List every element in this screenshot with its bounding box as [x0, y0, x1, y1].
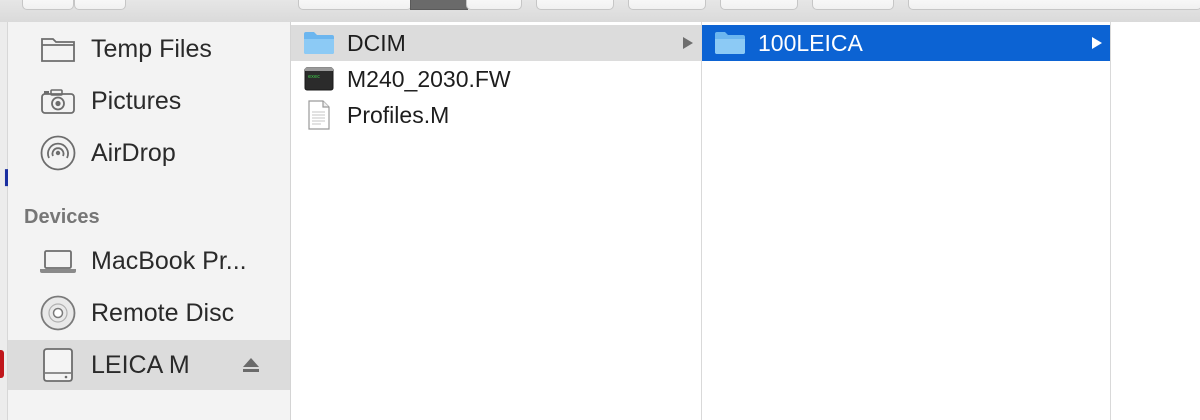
eject-icon[interactable]	[240, 354, 262, 376]
sidebar: Temp Files Pictures AirDrop Devices MacB…	[8, 22, 291, 420]
disclosure-arrow-icon	[681, 36, 695, 50]
laptop-icon	[38, 241, 78, 281]
background-window-mark: ▐	[0, 169, 10, 185]
devices-section-header[interactable]: Devices	[24, 206, 100, 229]
search-field[interactable]	[908, 0, 1200, 10]
document-icon	[303, 100, 335, 130]
browser-column-1: DCIM exec M240_2030.FW Profiles.M	[291, 22, 702, 420]
view-gallery-button[interactable]	[466, 0, 522, 10]
folder-icon	[38, 29, 78, 69]
tags-button[interactable]	[812, 0, 894, 10]
sidebar-item-leica-m[interactable]: LEICA M	[8, 340, 290, 390]
view-columns-button[interactable]	[410, 0, 468, 10]
arrange-button[interactable]	[536, 0, 614, 10]
file-name: M240_2030.FW	[347, 65, 511, 92]
share-button[interactable]	[720, 0, 798, 10]
svg-text:exec: exec	[308, 74, 320, 80]
view-icon-button[interactable]	[298, 0, 412, 10]
sidebar-item-airdrop[interactable]: AirDrop	[8, 128, 290, 178]
file-row-100leica[interactable]: 100LEICA	[702, 25, 1110, 61]
camera-icon	[38, 81, 78, 121]
browser-column-3	[1111, 22, 1200, 420]
action-button[interactable]	[628, 0, 706, 10]
sidebar-item-remote-disc[interactable]: Remote Disc	[8, 288, 290, 338]
background-window-edge: ▐	[0, 22, 10, 420]
sidebar-item-label: Temp Files	[91, 34, 212, 63]
disc-icon	[38, 293, 78, 333]
sidebar-item-temp-files[interactable]: Temp Files	[8, 24, 290, 74]
airdrop-icon	[38, 133, 78, 173]
terminal-file-icon: exec	[303, 65, 335, 93]
forward-button[interactable]	[74, 0, 126, 10]
folder-icon	[303, 29, 335, 57]
sidebar-item-pictures[interactable]: Pictures	[8, 76, 290, 126]
browser-column-2: 100LEICA	[702, 22, 1111, 420]
sidebar-item-label: LEICA M	[91, 350, 190, 379]
file-name: DCIM	[347, 29, 406, 56]
sidebar-item-label: Remote Disc	[91, 298, 235, 327]
file-row-dcim[interactable]: DCIM	[291, 25, 701, 61]
toolbar	[0, 0, 1200, 23]
file-row-m240-fw[interactable]: exec M240_2030.FW	[291, 61, 701, 97]
sidebar-item-label: Pictures	[91, 86, 182, 115]
sidebar-item-macbook-pro[interactable]: MacBook Pr...	[8, 236, 290, 286]
sidebar-item-label: MacBook Pr...	[91, 246, 247, 275]
sidebar-item-label: AirDrop	[91, 138, 176, 167]
file-row-profiles-m[interactable]: Profiles.M	[291, 97, 701, 133]
file-name: 100LEICA	[758, 29, 863, 56]
background-window-mark-red	[0, 350, 4, 378]
disclosure-arrow-icon	[1090, 36, 1104, 50]
back-button[interactable]	[22, 0, 74, 10]
folder-icon	[714, 29, 746, 57]
file-name: Profiles.M	[347, 101, 450, 128]
drive-icon	[38, 345, 78, 385]
